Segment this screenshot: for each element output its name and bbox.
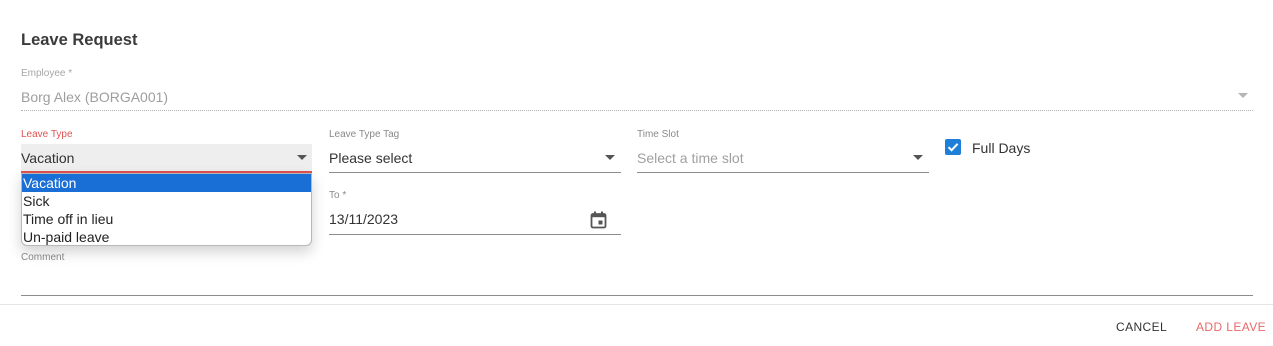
comment-label: Comment [21,252,65,263]
add-leave-button[interactable]: ADD LEAVE [1196,320,1266,334]
cancel-button[interactable]: CANCEL [1116,320,1167,334]
calendar-icon[interactable] [590,211,607,234]
check-icon [947,143,959,152]
to-date-underline [329,234,621,235]
chevron-down-icon[interactable] [297,155,307,160]
chevron-down-icon[interactable] [605,155,615,160]
leave-type-tag-select[interactable]: Please select [329,150,412,166]
employee-label: Employee * [21,68,73,79]
chevron-down-icon[interactable] [913,155,923,160]
full-days-checkbox[interactable] [945,139,961,155]
page-title: Leave Request [21,31,138,49]
leave-type-value: Vacation [21,150,75,166]
chevron-down-icon [1238,93,1248,98]
employee-underline [21,110,1253,111]
leave-type-option-vacation[interactable]: Vacation [22,174,311,192]
employee-select: Borg Alex (BORGA001) [21,89,169,105]
to-date-input[interactable]: 13/11/2023 [329,211,398,227]
leave-type-option-sick[interactable]: Sick [22,192,311,210]
full-days-label[interactable]: Full Days [972,140,1030,156]
leave-type-label: Leave Type [21,129,73,140]
leave-type-tag-label: Leave Type Tag [329,129,400,140]
to-date-label: To * [329,190,347,201]
time-slot-select[interactable]: Select a time slot [637,150,744,166]
leave-type-option-time-off-in-lieu[interactable]: Time off in lieu [22,210,311,228]
leave-type-tag-underline [329,172,621,173]
time-slot-underline [637,172,929,173]
leave-type-option-unpaid-leave[interactable]: Un-paid leave [22,228,311,245]
footer-divider [0,304,1273,305]
time-slot-label: Time Slot [637,129,679,140]
leave-type-dropdown: Vacation Sick Time off in lieu Un-paid l… [21,173,312,246]
comment-input[interactable] [21,295,1253,296]
